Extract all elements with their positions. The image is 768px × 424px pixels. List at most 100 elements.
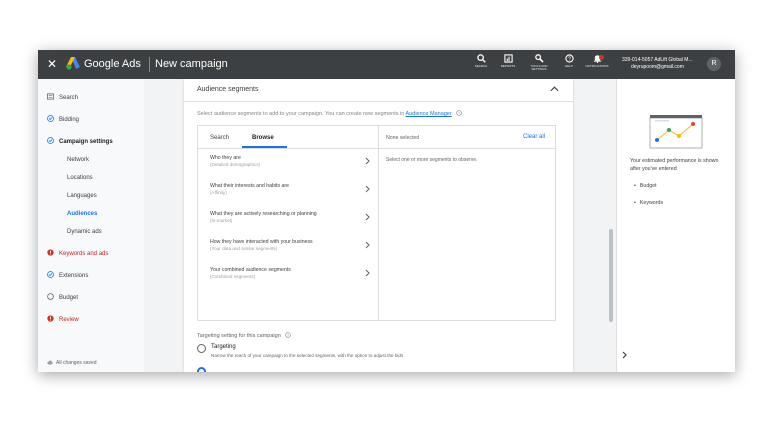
targeting-radio[interactable] (197, 344, 206, 353)
audience-manager-link[interactable]: Audience Manager (406, 111, 452, 117)
card-title: Audience segments (197, 86, 259, 93)
chevron-right-icon (365, 241, 370, 249)
notification-badge (599, 55, 604, 60)
main-content: Audience segments Select audience segmen… (144, 79, 616, 372)
cloud-icon (47, 360, 53, 365)
check-circle-icon (47, 271, 54, 278)
save-status-text: All changes saved (56, 360, 97, 366)
sidebar-item-bidding[interactable]: Bidding (47, 115, 79, 123)
performance-panel: Your estimated performance is shown afte… (616, 79, 735, 372)
close-icon[interactable]: ✕ (47, 57, 57, 71)
account-info[interactable]: 339-014-5057 AdLift Global M... deyrupoo… (622, 57, 693, 71)
scrollbar-thumb[interactable] (609, 229, 613, 322)
divider (184, 101, 573, 102)
sidebar-item-label: Search (59, 95, 79, 101)
browse-item-subtitle: (Combined segments) (210, 273, 256, 279)
sidebar-item-review[interactable]: Review (47, 315, 79, 323)
sidebar: Search Bidding Campaign settings Network… (38, 79, 144, 372)
notifications-button[interactable]: NOTIFICATIONS (582, 54, 612, 68)
sidebar-item-label: Bidding (59, 117, 80, 123)
reports-tool-button[interactable]: REPORTS (493, 54, 523, 68)
chevron-up-icon[interactable] (550, 85, 559, 92)
browse-item-subtitle: (Affinity) (210, 189, 227, 195)
avatar[interactable]: R (707, 57, 721, 71)
chevron-right-icon (365, 157, 370, 165)
tools-settings-label: TOOLS AND SETTINGS (530, 64, 548, 71)
page-title: New campaign (155, 58, 228, 70)
sidebar-item-search[interactable]: Search (47, 93, 78, 101)
observation-radio[interactable] (197, 367, 206, 372)
browse-item-affinity[interactable]: What their interests and habits are (Aff… (210, 183, 370, 196)
targeting-setting-text: Targeting setting for this campaign (197, 333, 281, 339)
reports-tool-label: REPORTS (500, 64, 516, 68)
google-ads-window: ✕ Google Ads New campaign SEARCH REPORTS… (38, 50, 735, 372)
sidebar-item-budget[interactable]: Budget (47, 293, 78, 301)
tools-settings-button[interactable]: TOOLS AND SETTINGS (524, 54, 554, 71)
sidebar-item-network[interactable]: Network (67, 157, 89, 163)
performance-bullet-keywords: Keywords (634, 200, 663, 206)
browse-item-your-data[interactable]: How they have interacted with your busin… (210, 239, 370, 252)
tab-search[interactable]: Search (210, 135, 229, 141)
divider (378, 126, 379, 320)
browse-item-subtitle: (Your data and similar segments) (210, 245, 278, 251)
wrench-icon (534, 54, 544, 63)
card-description: Select audience segments to add to your … (197, 110, 462, 117)
reports-icon (503, 54, 513, 63)
sidebar-item-label: Campaign settings (59, 139, 113, 145)
sidebar-item-label: Extensions (59, 273, 89, 279)
targeting-description: Narrow the reach of your campaign to the… (211, 353, 404, 358)
error-icon (47, 249, 54, 256)
sidebar-item-audiences[interactable]: Audiences (67, 211, 97, 217)
help-icon[interactable]: ? (456, 110, 462, 116)
notifications-label: NOTIFICATIONS (585, 64, 609, 68)
help-label: HELP (565, 64, 573, 68)
search-tool-label: SEARCH (474, 64, 488, 68)
segment-picker: Search Browse Who they are (Detailed dem… (197, 125, 556, 321)
browse-item-combined[interactable]: Your combined audience segments (Combine… (210, 267, 370, 280)
description-text: Select audience segments to add to your … (197, 111, 406, 117)
targeting-label: Targeting (211, 344, 236, 350)
svg-text:?: ? (458, 111, 460, 115)
browse-item-demographics[interactable]: Who they are (Detailed demographics) (210, 155, 370, 168)
chevron-right-icon[interactable] (622, 351, 627, 359)
empty-circle-icon (47, 293, 54, 300)
search-icon (476, 54, 486, 63)
divider (379, 148, 556, 149)
title-divider (149, 57, 150, 72)
top-bar: ✕ Google Ads New campaign SEARCH REPORTS… (38, 50, 735, 79)
account-email: deyrupoom@gmail.com (631, 64, 684, 70)
search-tool-button[interactable]: SEARCH (466, 54, 496, 68)
sidebar-item-campaign-settings[interactable]: Campaign settings (47, 137, 113, 145)
sidebar-item-label: Budget (59, 295, 79, 301)
targeting-setting-heading: Targeting setting for this campaign ? (197, 332, 292, 339)
check-circle-icon (47, 115, 54, 122)
chevron-right-icon (365, 185, 370, 193)
help-icon[interactable]: ? (285, 332, 292, 338)
brand-name[interactable]: Google Ads (84, 58, 141, 70)
account-id: 339-014-5057 AdLift Global M... (622, 57, 693, 63)
error-icon (47, 315, 54, 322)
help-icon: ? (564, 54, 574, 63)
sidebar-item-locations[interactable]: Locations (67, 175, 93, 181)
sidebar-item-keywords-and-ads[interactable]: Keywords and ads (47, 249, 108, 257)
divider (198, 148, 378, 149)
svg-text:?: ? (568, 57, 571, 63)
performance-bullet-budget: Budget (634, 183, 657, 189)
tab-browse[interactable]: Browse (252, 135, 274, 141)
sidebar-item-label: Review (59, 317, 79, 323)
browse-item-in-market[interactable]: What they are actively researching or pl… (210, 211, 370, 224)
check-circle-icon (47, 137, 54, 144)
sidebar-item-label: Keywords and ads (59, 251, 109, 257)
sidebar-item-languages[interactable]: Languages (67, 193, 97, 199)
sidebar-item-dynamic-ads[interactable]: Dynamic ads (67, 229, 102, 235)
performance-message: Your estimated performance is shown afte… (630, 158, 719, 172)
search-campaign-icon (47, 93, 54, 100)
browse-item-subtitle: (In-market) (210, 217, 233, 223)
help-button[interactable]: ? HELP (554, 54, 584, 68)
sidebar-item-extensions[interactable]: Extensions (47, 271, 88, 279)
scrollbar-track[interactable] (607, 79, 615, 372)
clear-all-button[interactable]: Clear all (523, 134, 545, 140)
chart-illustration-icon (649, 115, 703, 149)
selection-hint: Select one or more segments to observe. (386, 157, 478, 163)
chevron-right-icon (365, 213, 370, 221)
